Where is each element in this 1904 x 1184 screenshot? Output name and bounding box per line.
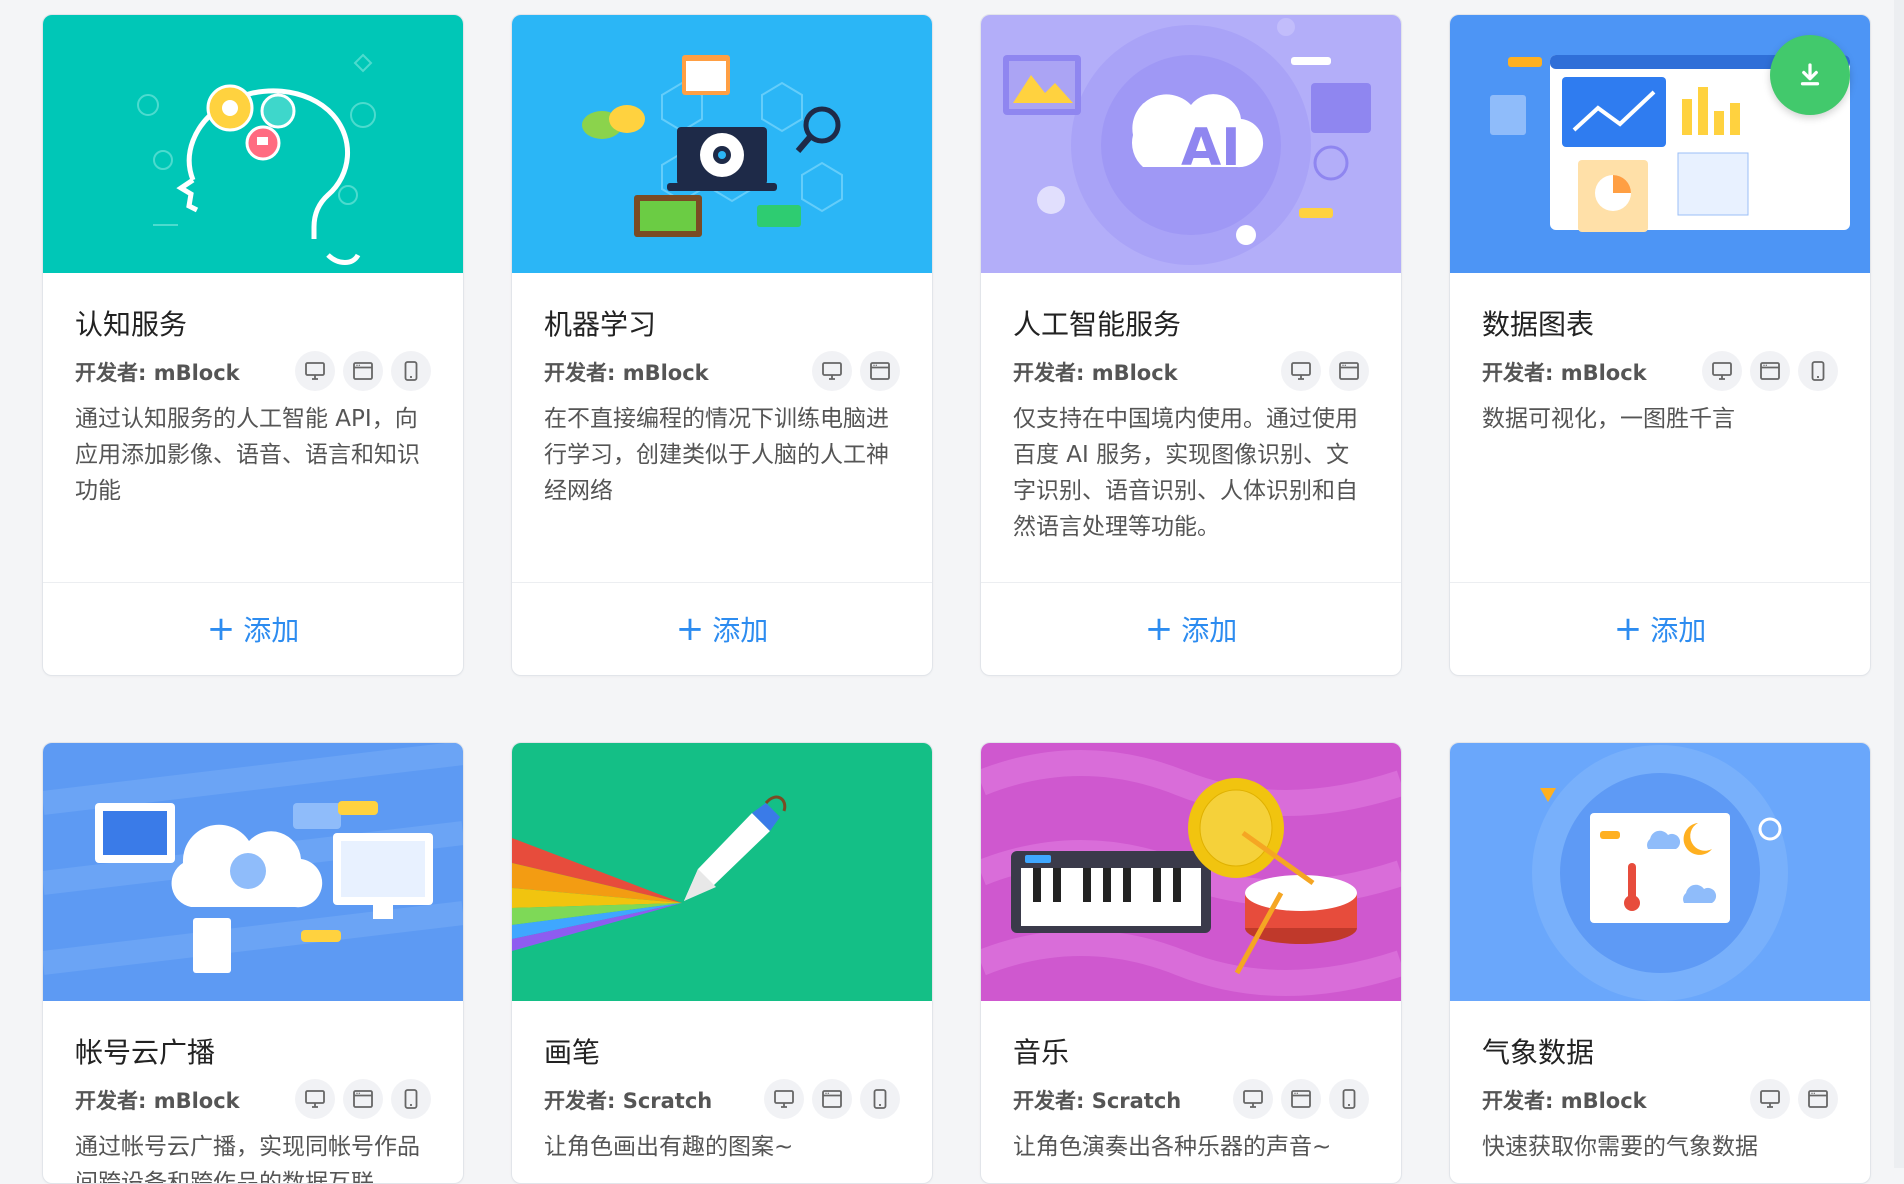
desktop-icon [295, 1079, 335, 1119]
plus-icon: + [675, 609, 705, 649]
mobile-icon [860, 1079, 900, 1119]
desktop-icon [1750, 1079, 1790, 1119]
mobile-icon [391, 351, 431, 391]
developer-label: 开发者: mBlock [1482, 1089, 1647, 1113]
mobile-icon [391, 1079, 431, 1119]
card-description: 快速获取你需要的气象数据 [1482, 1134, 1758, 1160]
card-title: 数据图表 [1482, 308, 1595, 341]
card-thumbnail [1450, 743, 1870, 1001]
card-thumbnail [1450, 15, 1870, 273]
add-label: 添加 [1181, 614, 1238, 647]
plus-icon: + [1144, 609, 1174, 649]
desktop-icon [1281, 351, 1321, 391]
developer-label: 开发者: mBlock [75, 361, 240, 385]
extension-card-data-chart: 数据图表 开发者: mBlock 数据可视化，一图胜千言 + 添加 [1449, 14, 1871, 676]
card-title: 认知服务 [75, 308, 188, 341]
card-description: 让角色演奏出各种乐器的声音~ [1013, 1134, 1332, 1160]
desktop-icon [812, 351, 852, 391]
add-extension-button[interactable]: + 添加 [43, 582, 463, 675]
card-title: 气象数据 [1482, 1036, 1595, 1069]
developer-label: 开发者: Scratch [544, 1089, 713, 1113]
browser-icon [1281, 1079, 1321, 1119]
card-description: 让角色画出有趣的图案~ [544, 1134, 794, 1160]
card-thumbnail [43, 743, 463, 1001]
platform-icons [1233, 1079, 1369, 1119]
desktop-icon [1233, 1079, 1273, 1119]
platform-icons [1281, 351, 1369, 391]
card-title: 人工智能服务 [1013, 308, 1182, 341]
card-description: 在不直接编程的情况下训练电脑进行学习，创建类似于人脑的人工神经网络 [544, 406, 889, 504]
card-description: 仅支持在中国境内使用。通过使用百度 AI 服务，实现图像识别、文字识别、语音识别… [1013, 406, 1358, 540]
add-extension-button[interactable]: + 添加 [981, 582, 1401, 675]
add-label: 添加 [243, 614, 300, 647]
add-label: 添加 [1650, 614, 1707, 647]
download-button[interactable] [1770, 35, 1850, 115]
card-thumbnail [43, 15, 463, 273]
card-description: 通过帐号云广播，实现同帐号作品间跨设备和跨作品的数据互联 [75, 1134, 420, 1184]
extension-card-pen: 画笔 开发者: Scratch 让角色画出有趣的图案~ [511, 742, 933, 1184]
add-extension-button[interactable]: + 添加 [512, 582, 932, 675]
platform-icons [1750, 1079, 1838, 1119]
card-thumbnail [512, 743, 932, 1001]
browser-icon [343, 1079, 383, 1119]
platform-icons [295, 1079, 431, 1119]
page-scrollbar[interactable] [1894, 0, 1904, 1168]
browser-icon [1329, 351, 1369, 391]
developer-label: 开发者: mBlock [75, 1089, 240, 1113]
plus-icon: + [206, 609, 236, 649]
desktop-icon [1702, 351, 1742, 391]
mobile-icon [1798, 351, 1838, 391]
card-thumbnail [512, 15, 932, 273]
desktop-icon [764, 1079, 804, 1119]
browser-icon [1750, 351, 1790, 391]
desktop-icon [295, 351, 335, 391]
card-thumbnail: AI [981, 15, 1401, 273]
browser-icon [1798, 1079, 1838, 1119]
platform-icons [295, 351, 431, 391]
plus-icon: + [1613, 609, 1643, 649]
card-title: 机器学习 [544, 308, 657, 341]
extension-card-account-cloud-broadcast: 帐号云广播 开发者: mBlock 通过帐号云广播，实现同帐号作品间跨设备和跨作… [42, 742, 464, 1184]
platform-icons [764, 1079, 900, 1119]
card-description: 通过认知服务的人工智能 API，向应用添加影像、语音、语言和知识功能 [75, 406, 420, 504]
browser-icon [860, 351, 900, 391]
platform-icons [812, 351, 900, 391]
mobile-icon [1329, 1079, 1369, 1119]
developer-label: 开发者: mBlock [544, 361, 709, 385]
card-title: 画笔 [544, 1036, 601, 1069]
card-thumbnail [981, 743, 1401, 1001]
extension-card-ai-services: AI 人工智能服务 开发者: mBlock 仅支持在中国境内使用。通过使用百度 … [980, 14, 1402, 676]
developer-label: 开发者: mBlock [1013, 361, 1178, 385]
extension-card-cognitive-services: 认知服务 开发者: mBlock 通过认知服务的人工智能 API，向应用添加影像… [42, 14, 464, 676]
extension-card-machine-learning: 机器学习 开发者: mBlock 在不直接编程的情况下训练电脑进行学习，创建类似… [511, 14, 933, 676]
extension-card-music: 音乐 开发者: Scratch 让角色演奏出各种乐器的声音~ [980, 742, 1402, 1184]
add-label: 添加 [712, 614, 769, 647]
card-description: 数据可视化，一图胜千言 [1482, 406, 1735, 432]
extension-card-weather-data: 气象数据 开发者: mBlock 快速获取你需要的气象数据 [1449, 742, 1871, 1184]
platform-icons [1702, 351, 1838, 391]
download-icon [1800, 63, 1820, 86]
card-title: 帐号云广播 [75, 1036, 216, 1069]
ai-thumb-text: AI [1181, 118, 1241, 178]
add-extension-button[interactable]: + 添加 [1450, 582, 1870, 675]
browser-icon [343, 351, 383, 391]
browser-icon [812, 1079, 852, 1119]
developer-label: 开发者: Scratch [1013, 1089, 1182, 1113]
card-title: 音乐 [1013, 1036, 1070, 1069]
developer-label: 开发者: mBlock [1482, 361, 1647, 385]
